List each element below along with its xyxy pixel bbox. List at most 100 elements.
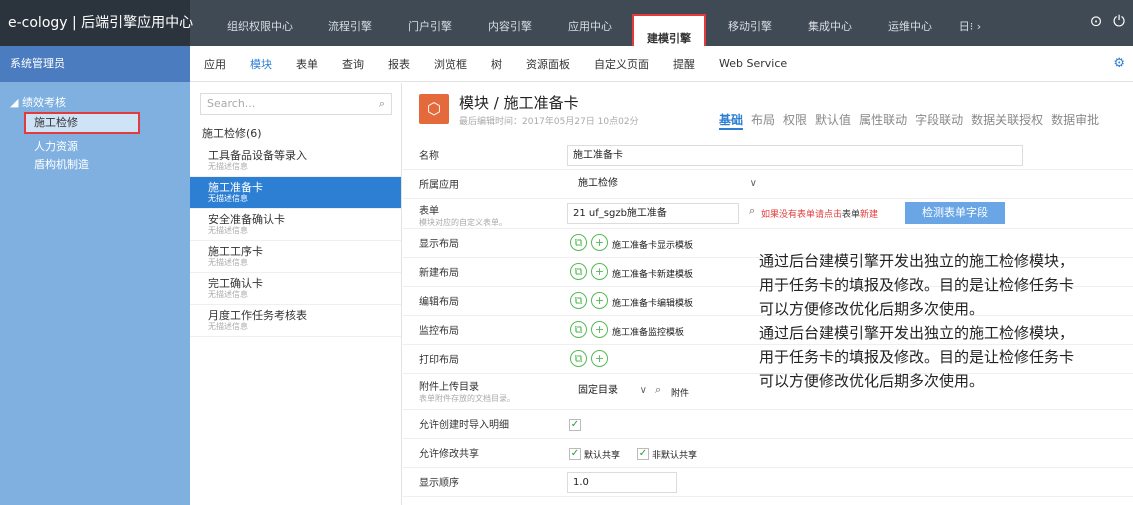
table-label: 表单 模块对应的自定义表单。 [419,206,507,227]
app-label: 所属应用 [419,180,459,191]
subnav-web-service[interactable]: Web Service [719,57,787,70]
annotation-text: 通过后台建模引擎开发出独立的施工检修模块， 用于任务卡的填报及修改。目的是让检修… [759,252,1075,390]
topnav-app-center[interactable]: 应用中心 [550,0,630,46]
form-row-name: 名称 施工准备卡 [403,141,1133,170]
topnav-workflow[interactable]: 流程引擎 [310,0,390,46]
app-select[interactable]: 施工检修 ∨ [573,174,763,195]
attach-label: 附件上传目录 表单附件存放的文档目录。 [419,382,515,403]
sidebar: 系统管理员 ◢ 绩效考核 施工检修 人力资源 盾构机制造 [0,46,190,505]
subnav-module[interactable]: 模块 [250,56,272,72]
tab-default[interactable]: 默认值 [815,111,851,130]
sidebar-item-shield-machine[interactable]: 盾构机制造 [0,156,190,174]
search-input[interactable]: Search... ⌕ [200,93,392,115]
nondefault-share-checkbox[interactable]: ✓ [637,448,649,460]
default-share-label: 默认共享 [584,451,621,461]
copy-icon[interactable]: ⧉ [570,321,587,338]
subnav-tree[interactable]: 树 [491,56,502,72]
list-item[interactable]: 施工准备卡 无描述信息 [190,177,401,209]
subnav-reminder[interactable]: 提醒 [673,56,695,72]
tab-field-link[interactable]: 字段联动 [915,111,963,130]
list-item[interactable]: 施工工序卡 无描述信息 [190,241,401,273]
sidebar-item-hr[interactable]: 人力资源 [0,138,190,156]
chevron-down-icon: ∨ [639,385,647,396]
order-input[interactable]: 1.0 [567,472,677,493]
last-edited: 最后编辑时间：2017年05月27日 10点02分 [459,117,639,127]
settings-gear-icon[interactable]: ⚙ [1113,56,1125,71]
create-table-link[interactable]: 新建 [860,210,878,220]
more-options-icon[interactable]: ⊙ [1087,12,1105,30]
copy-icon[interactable]: ⧉ [570,350,587,367]
list-item[interactable]: 完工确认卡 无描述信息 [190,273,401,305]
tab-data-approval[interactable]: 数据审批 [1051,111,1099,130]
attach-dir-select[interactable]: 固定目录 ∨ [573,381,653,402]
search-icon[interactable]: ⌕ [655,383,661,397]
layout-label: 编辑布局 [419,297,459,308]
subnav-report[interactable]: 报表 [388,56,410,72]
list-title: 施工检修(6) [202,127,262,140]
app-title: e-cology | 后端引擎应用中心 [0,0,193,46]
subnav-query[interactable]: 查询 [342,56,364,72]
layout-template[interactable]: 施工准备监控模板 [612,325,684,338]
form-row-table: 表单 模块对应的自定义表单。 21 uf_sgzb施工准备 ⌕ 如果没有表单请点击… [403,199,1133,229]
detect-fields-button[interactable]: 检测表单字段 [905,202,1005,224]
topnav-mobile[interactable]: 移动引擎 [710,0,790,46]
add-icon[interactable]: + [591,234,608,251]
module-list-panel: Search... ⌕ 施工检修(6) 工具备品设备等录入 无描述信息 施工准备卡… [190,83,402,505]
subnav-browser[interactable]: 浏览框 [434,56,467,72]
layout-label: 新建布局 [419,268,459,279]
name-label: 名称 [419,151,439,162]
top-nav: 组织权限中心 流程引擎 门户引擎 内容引擎 应用中心 建模引擎 移动引擎 集成中… [210,0,990,54]
layout-template[interactable]: 施工准备卡新建模板 [612,267,693,280]
subnav-custom-page[interactable]: 自定义页面 [594,56,649,72]
topnav-content[interactable]: 内容引擎 [470,0,550,46]
detail-tabs: 基础 布局 权限 默认值 属性联动 字段联动 数据关联授权 数据审批 [719,111,1107,130]
form-row-order: 显示顺序 1.0 [403,468,1133,497]
topnav-ops[interactable]: 运维中心 [870,0,950,46]
add-icon[interactable]: + [591,292,608,309]
list-item[interactable]: 工具备品设备等录入 无描述信息 [190,145,401,177]
table-input[interactable]: 21 uf_sgzb施工准备 [567,203,739,224]
power-icon[interactable]: ⏻ [1110,12,1128,30]
tab-attr-link[interactable]: 属性联动 [859,111,907,130]
search-icon[interactable]: ⌕ [749,204,755,218]
sub-nav: 应用 模块 表单 查询 报表 浏览框 树 资源面板 自定义页面 提醒 Web S… [190,46,1133,82]
tab-layout[interactable]: 布局 [751,111,775,130]
layout-template[interactable]: 施工准备卡编辑模板 [612,296,693,309]
form-row-share: 允许修改共享 ✓ 默认共享 ✓ 非默认共享 [403,439,1133,468]
layout-template[interactable]: 施工准备卡显示模板 [612,238,693,251]
module-detail: ⬡ 模块 / 施工准备卡 最后编辑时间：2017年05月27日 10点02分 基… [403,83,1133,505]
chevron-down-icon: ∨ [749,178,757,189]
form-row-app: 所属应用 施工检修 ∨ [403,170,1133,199]
cube-icon: ⬡ [419,94,449,124]
copy-icon[interactable]: ⧉ [570,234,587,251]
topnav-more[interactable]: 日⁝ › [950,0,990,46]
tab-permission[interactable]: 权限 [783,111,807,130]
tree-group-performance[interactable]: ◢ 绩效考核 [0,82,190,110]
sidebar-user: 系统管理员 [0,46,190,82]
copy-icon[interactable]: ⧉ [570,292,587,309]
topnav-org-permission[interactable]: 组织权限中心 [210,0,310,46]
name-input[interactable]: 施工准备卡 [567,145,1023,166]
list-item[interactable]: 安全准备确认卡 无描述信息 [190,209,401,241]
attach-link[interactable]: 附件 [671,386,689,399]
search-icon[interactable]: ⌕ [379,94,385,114]
create-table-hint: 如果没有表单请点击表单新建 [761,210,879,220]
add-icon[interactable]: + [591,263,608,280]
subnav-resource-panel[interactable]: 资源面板 [526,56,570,72]
copy-icon[interactable]: ⧉ [570,263,587,280]
list-item[interactable]: 月度工作任务考核表 无描述信息 [190,305,401,337]
add-icon[interactable]: + [591,350,608,367]
topnav-portal[interactable]: 门户引擎 [390,0,470,46]
layout-label: 显示布局 [419,239,459,250]
tab-data-auth[interactable]: 数据关联授权 [971,111,1043,130]
topnav-integration[interactable]: 集成中心 [790,0,870,46]
import-checkbox[interactable]: ✓ [569,419,581,431]
add-icon[interactable]: + [591,321,608,338]
module-list: 工具备品设备等录入 无描述信息 施工准备卡 无描述信息 安全准备确认卡 无描述信息 施… [190,145,401,337]
default-share-checkbox[interactable]: ✓ [569,448,581,460]
nondefault-share-label: 非默认共享 [652,451,698,461]
subnav-form[interactable]: 表单 [296,56,318,72]
subnav-app[interactable]: 应用 [204,56,226,72]
sidebar-item-construction-maintenance[interactable]: 施工检修 [24,112,140,134]
tab-basic[interactable]: 基础 [719,111,744,130]
